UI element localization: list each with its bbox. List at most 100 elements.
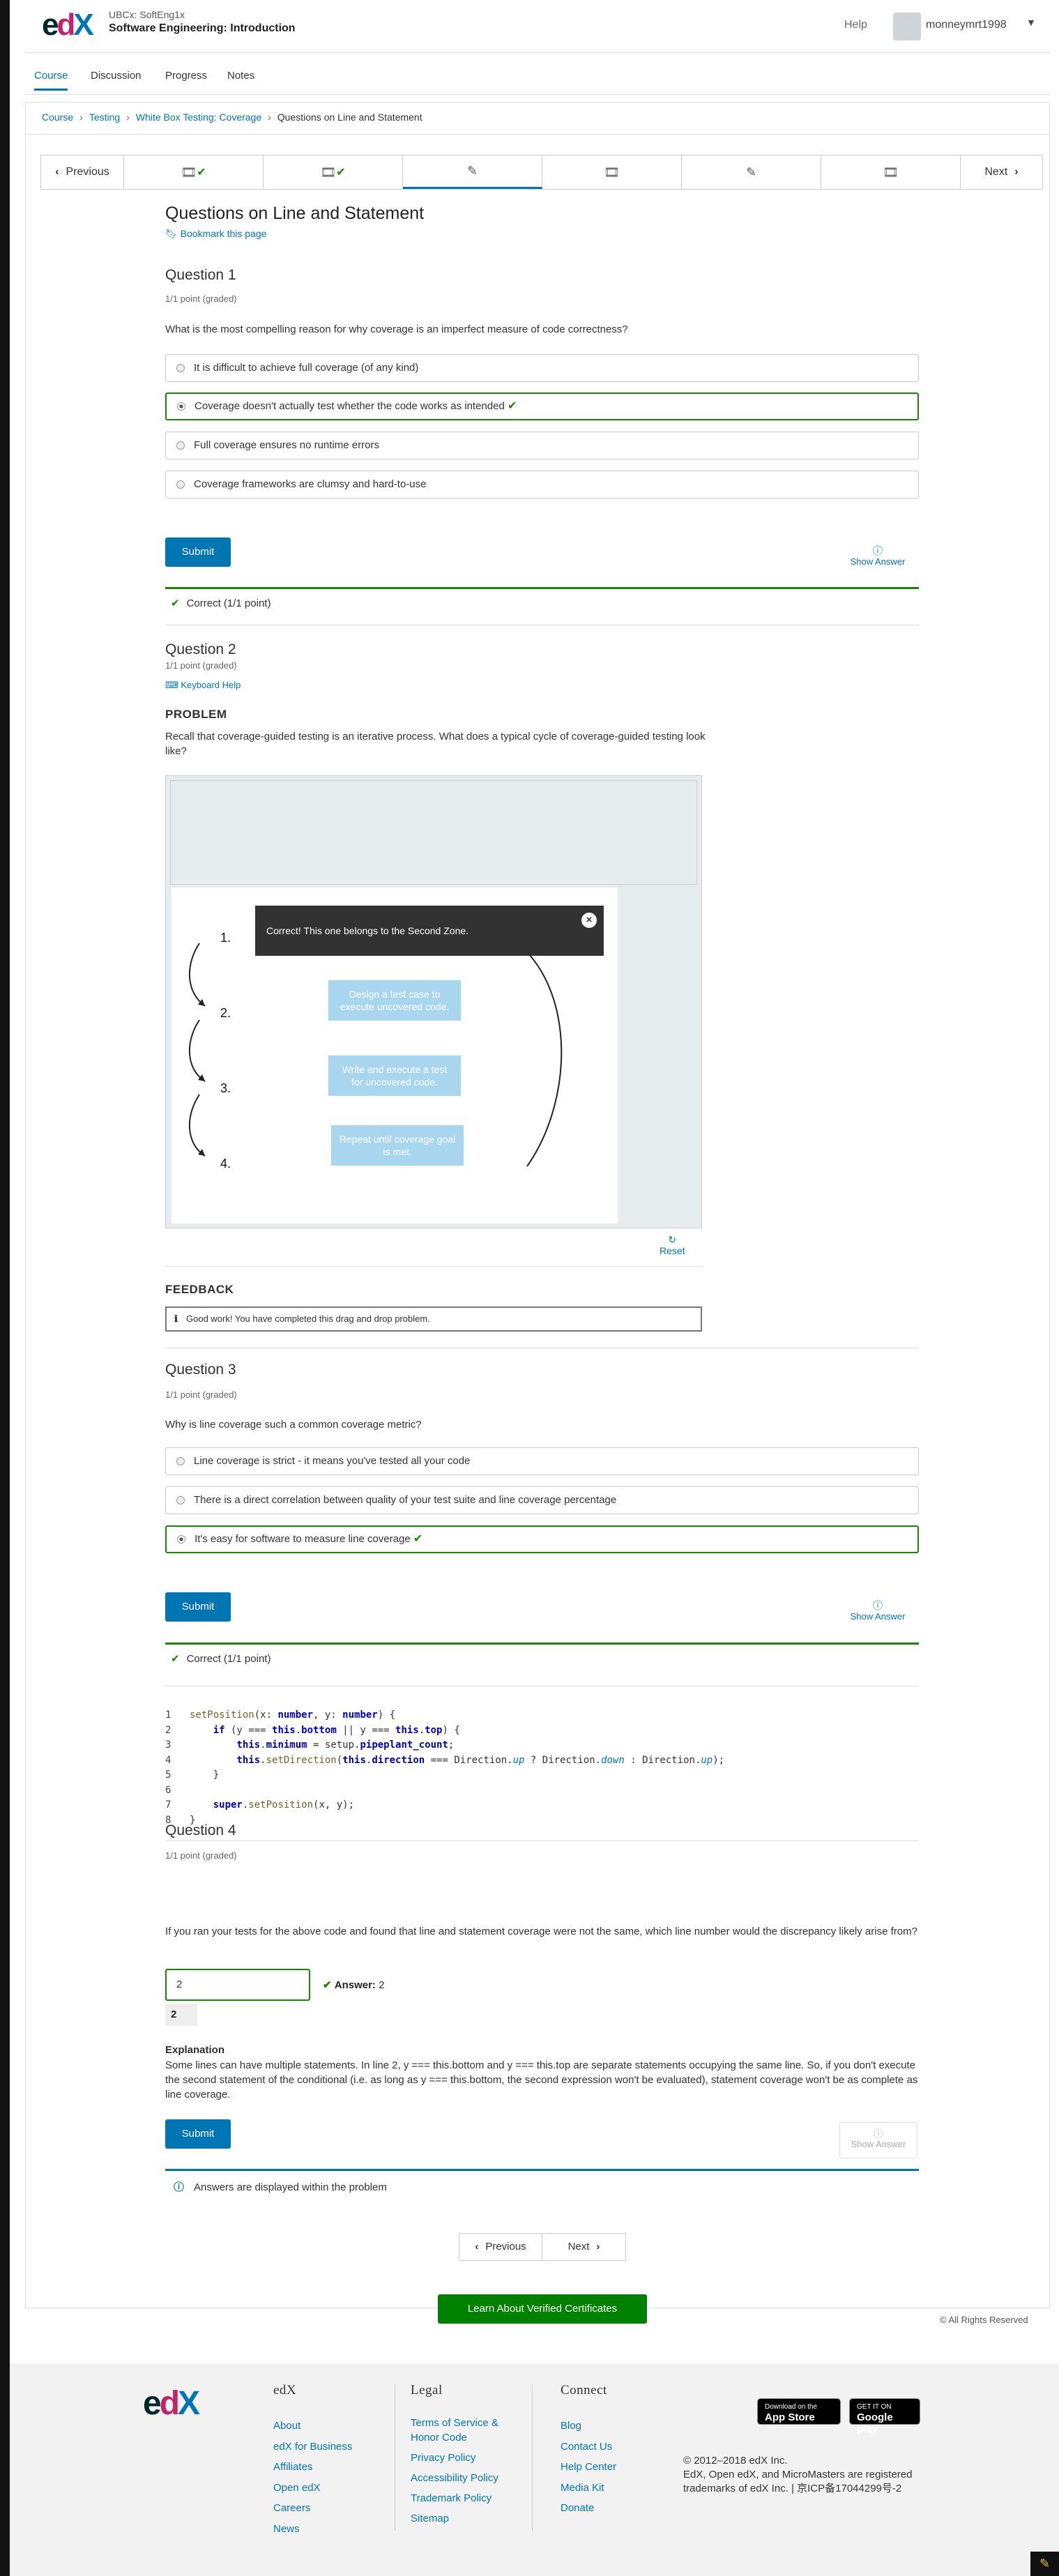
radio-button[interactable] bbox=[177, 1535, 185, 1544]
question-2-points: 1/1 point (graded) bbox=[165, 660, 237, 671]
tab-course[interactable]: Course bbox=[34, 70, 68, 91]
q4-show-answer-button: ⓘ Show Answer bbox=[839, 2122, 917, 2158]
footer-link[interactable]: About bbox=[273, 2416, 392, 2437]
step-number-3: 3. bbox=[220, 1081, 231, 1095]
app-store-badge[interactable]: Download on the App Store bbox=[757, 2398, 841, 2425]
question-1-title: Question 1 bbox=[165, 267, 236, 283]
radio-button[interactable] bbox=[176, 480, 185, 489]
username[interactable]: monneymrt1998 bbox=[926, 19, 1007, 31]
check-icon: ✔ bbox=[171, 597, 180, 609]
chevron-down-icon[interactable]: ▼ bbox=[1026, 17, 1036, 28]
question-3-points: 1/1 point (graded) bbox=[165, 1389, 237, 1400]
drag-item[interactable]: Design a test case to execute uncovered … bbox=[328, 980, 461, 1021]
q3-option-1[interactable]: Line coverage is strict - it means you'v… bbox=[165, 1447, 919, 1475]
footer-link[interactable]: Trademark Policy bbox=[411, 2491, 519, 2506]
footer-link[interactable]: News bbox=[273, 2519, 392, 2540]
status-line bbox=[165, 1643, 919, 1645]
feedback-label: FEEDBACK bbox=[165, 1283, 234, 1296]
item-bank bbox=[170, 780, 697, 885]
tab-discussion[interactable]: Discussion bbox=[91, 70, 142, 82]
breadcrumb-testing[interactable]: Testing bbox=[89, 112, 120, 123]
q1-option-2[interactable]: Coverage doesn't actually test whether t… bbox=[165, 393, 919, 420]
radio-button[interactable] bbox=[176, 441, 185, 450]
footer-link[interactable]: Media Kit bbox=[561, 2478, 679, 2499]
radio-button[interactable] bbox=[176, 1457, 185, 1465]
check-icon: ✔ bbox=[171, 1653, 180, 1665]
bottom-previous-button[interactable]: ‹ Previous bbox=[459, 2233, 542, 2261]
course-org: UBCx: SoftEng1x bbox=[109, 9, 185, 20]
divider bbox=[165, 1266, 702, 1267]
radio-button[interactable] bbox=[176, 364, 185, 372]
reset-button[interactable]: ↻ Reset bbox=[660, 1234, 685, 1256]
info-line bbox=[165, 2169, 919, 2171]
problem-label: PROBLEM bbox=[165, 708, 227, 721]
q3-show-answer-button[interactable]: ⓘ Show Answer bbox=[839, 1601, 916, 1622]
keyboard-icon: ⌨ bbox=[165, 680, 181, 690]
close-icon[interactable]: × bbox=[581, 913, 597, 928]
footer-link[interactable]: edX for Business bbox=[273, 2437, 392, 2457]
step-number-2: 2. bbox=[220, 1006, 231, 1020]
footer-link[interactable]: Sitemap bbox=[411, 2511, 519, 2526]
pencil-icon[interactable]: ✎ bbox=[1030, 2552, 1059, 2576]
q1-option-3[interactable]: Full coverage ensures no runtime errors bbox=[165, 432, 919, 459]
footer-link[interactable]: Blog bbox=[561, 2416, 679, 2437]
info-icon: ⓘ bbox=[874, 2128, 883, 2139]
q1-submit-button[interactable]: Submit bbox=[165, 538, 231, 567]
film-icon: 🎞 bbox=[604, 165, 620, 179]
site-header: edX UBCx: SoftEng1x Software Engineering… bbox=[25, 0, 1050, 53]
avatar[interactable] bbox=[893, 13, 921, 40]
edx-logo[interactable]: edX bbox=[42, 10, 94, 40]
sequence-previous-button[interactable]: ‹ Previous bbox=[41, 155, 124, 189]
q3-status: ✔ Correct (1/1 point) bbox=[171, 1653, 271, 1665]
footer-link[interactable]: Donate bbox=[561, 2498, 679, 2519]
footer-link[interactable]: Help Center bbox=[561, 2457, 679, 2478]
q1-option-4[interactable]: Coverage frameworks are clumsy and hard-… bbox=[165, 471, 919, 498]
tab-notes[interactable]: Notes bbox=[227, 70, 254, 82]
verified-certificates-button[interactable]: Learn About Verified Certificates bbox=[438, 2294, 647, 2324]
footer-link[interactable]: Privacy Policy bbox=[411, 2451, 519, 2465]
sequence-next-button[interactable]: Next › bbox=[961, 155, 1042, 189]
film-icon: 🎞 bbox=[181, 165, 197, 179]
q3-option-3[interactable]: It's easy for software to measure line c… bbox=[165, 1525, 919, 1553]
refresh-icon: ↻ bbox=[668, 1234, 677, 1245]
check-icon: ✔ bbox=[336, 167, 346, 178]
drag-item[interactable]: Repeat until coverage goal is met. bbox=[331, 1125, 464, 1166]
bookmark-button[interactable]: 🔖︎ Bookmark this page bbox=[165, 228, 266, 240]
left-edge-bar bbox=[0, 0, 10, 2576]
radio-button[interactable] bbox=[176, 1496, 185, 1504]
footer-link[interactable]: Careers bbox=[273, 2498, 392, 2519]
unit-problem-current[interactable]: ✎ bbox=[403, 155, 542, 189]
q4-submit-button[interactable]: Submit bbox=[165, 2119, 231, 2149]
footer-link[interactable]: Affiliates bbox=[273, 2457, 392, 2478]
answer-input[interactable]: 2 bbox=[165, 1969, 310, 2001]
keyboard-help-link[interactable]: ⌨ Keyboard Help bbox=[165, 680, 241, 691]
footer-edx-logo[interactable]: edX bbox=[143, 2384, 200, 2423]
breadcrumb-course[interactable]: Course bbox=[42, 112, 73, 123]
footer-link[interactable]: Open edX bbox=[273, 2478, 392, 2499]
edit-icon: ✎ bbox=[466, 164, 478, 178]
bottom-next-button[interactable]: Next › bbox=[542, 2233, 626, 2261]
unit-video-4[interactable]: 🎞 bbox=[821, 155, 961, 189]
breadcrumb-subsection[interactable]: White Box Testing: Coverage bbox=[136, 112, 261, 123]
chevron-right-icon: › bbox=[1014, 166, 1019, 178]
google-play-badge[interactable]: GET IT ON Google play bbox=[849, 2398, 920, 2435]
unit-video-3[interactable]: 🎞 bbox=[542, 155, 682, 189]
q3-option-2[interactable]: There is a direct correlation between qu… bbox=[165, 1486, 919, 1514]
radio-button[interactable] bbox=[177, 402, 185, 411]
unit-problem-2[interactable]: ✎ bbox=[682, 155, 821, 189]
footer-link[interactable]: Accessibility Policy bbox=[411, 2471, 519, 2485]
question-3-text: Why is line coverage such a common cover… bbox=[165, 1419, 422, 1431]
q1-show-answer-button[interactable]: ⓘ Show Answer bbox=[839, 546, 916, 567]
footer-link[interactable]: Terms of Service & Honor Code bbox=[411, 2416, 519, 2445]
info-icon: ⓘ bbox=[873, 545, 883, 556]
tab-progress[interactable]: Progress bbox=[165, 70, 207, 82]
code-block: 1 setPosition(x: number, y: number) { 2 i… bbox=[165, 1709, 725, 1826]
drag-item[interactable]: Write and execute a test for uncovered c… bbox=[328, 1055, 461, 1096]
q1-option-1[interactable]: It is difficult to achieve full coverage… bbox=[165, 354, 919, 382]
unit-video-1[interactable]: 🎞 ✔ bbox=[124, 155, 264, 189]
help-link[interactable]: Help bbox=[844, 19, 867, 31]
footer-link[interactable]: Contact Us bbox=[561, 2437, 679, 2457]
q3-submit-button[interactable]: Submit bbox=[165, 1592, 231, 1622]
chevron-right-icon: › bbox=[596, 2241, 600, 2253]
unit-video-2[interactable]: 🎞 ✔ bbox=[264, 155, 403, 189]
